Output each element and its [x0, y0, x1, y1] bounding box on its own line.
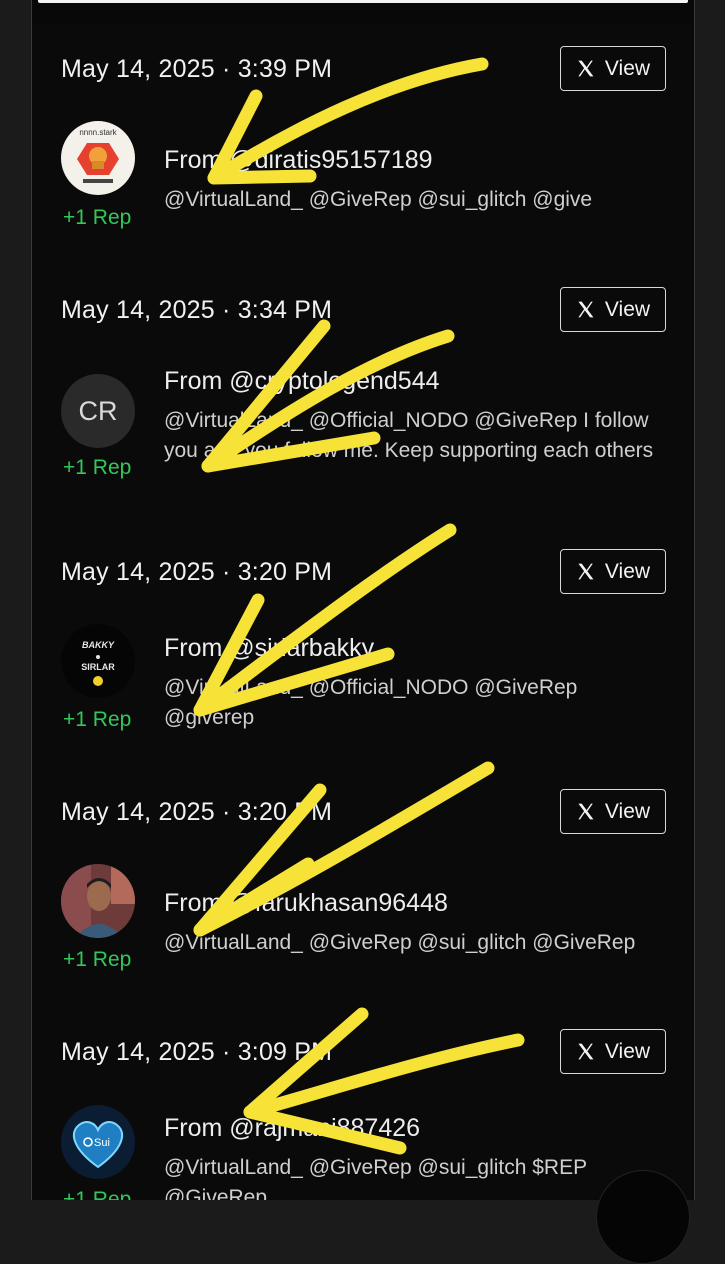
- entry-date: May 14, 2025 · 3:09 PM: [61, 1038, 333, 1066]
- avatar[interactable]: Sui: [61, 1105, 135, 1179]
- rep-badge: +1 Rep: [63, 948, 132, 971]
- view-on-x-button[interactable]: View: [560, 46, 666, 91]
- x-logo-icon: [578, 60, 594, 77]
- svg-text:BAKKY: BAKKY: [82, 640, 115, 650]
- view-on-x-button[interactable]: View: [560, 1029, 666, 1074]
- view-on-x-button[interactable]: View: [560, 549, 666, 594]
- entry-date: May 14, 2025 · 3:39 PM: [61, 55, 333, 83]
- view-label: View: [604, 1039, 651, 1063]
- entry-date: May 14, 2025 · 3:20 PM: [61, 798, 333, 826]
- view-label: View: [604, 559, 651, 583]
- entry-from[interactable]: From @cryptolegend544: [164, 367, 440, 396]
- avatar-badge-logo: nnnn.stark: [61, 121, 135, 195]
- avatar[interactable]: [61, 864, 135, 938]
- feed-entry: May 14, 2025 · 3:20 PM View BAKKY SIRLAR…: [32, 526, 694, 767]
- avatar[interactable]: CR: [61, 374, 135, 448]
- entry-text: @VirtualLand_ @Official_NODO @GiveRep @g…: [164, 676, 578, 729]
- view-label: View: [604, 56, 651, 80]
- avatar-caption: nnnn.stark: [79, 128, 117, 137]
- avatar-initials: CR: [61, 374, 135, 448]
- activity-feed-panel: May 14, 2025 · 3:39 PM View nnnn.stark +…: [31, 0, 695, 1200]
- avatar-caption: Sui: [94, 1137, 110, 1149]
- x-logo-icon: [578, 563, 594, 580]
- rep-badge: +1 Rep: [63, 708, 132, 731]
- view-label: View: [604, 297, 651, 321]
- entry-text: @VirtualLand_ @Official_NODO @GiveRep I …: [164, 409, 654, 462]
- avatar-photo: [61, 864, 135, 938]
- floating-action-button[interactable]: [596, 1170, 690, 1264]
- entry-from[interactable]: From @rajmani887426: [164, 1114, 420, 1143]
- feed-entry: May 14, 2025 · 3:09 PM View Sui +1 Rep F…: [32, 1006, 694, 1200]
- x-logo-icon: [578, 803, 594, 820]
- rep-badge: +1 Rep: [63, 1188, 132, 1200]
- feed-entry: May 14, 2025 · 3:34 PM View CR +1 Rep Fr…: [32, 264, 694, 527]
- svg-text:SIRLAR: SIRLAR: [81, 662, 115, 672]
- entry-text: @VirtualLand_ @GiveRep @sui_glitch $REP …: [164, 1156, 587, 1200]
- entry-date: May 14, 2025 · 3:20 PM: [61, 558, 333, 586]
- entry-from[interactable]: From @farukhasan96448: [164, 889, 448, 918]
- avatar[interactable]: nnnn.stark: [61, 121, 135, 195]
- previous-card-edge: [38, 0, 688, 3]
- feed-entry: May 14, 2025 · 3:20 PM View +1 Rep From …: [32, 766, 694, 1007]
- view-on-x-button[interactable]: View: [560, 287, 666, 332]
- feed-entry: May 14, 2025 · 3:39 PM View nnnn.stark +…: [32, 23, 694, 265]
- avatar-heart-logo: Sui: [61, 1105, 135, 1179]
- entry-from[interactable]: From @sirlarbakky: [164, 634, 374, 663]
- x-logo-icon: [578, 301, 594, 318]
- avatar-dark-logo: BAKKY SIRLAR: [61, 624, 135, 698]
- x-logo-icon: [578, 1043, 594, 1060]
- avatar[interactable]: BAKKY SIRLAR: [61, 624, 135, 698]
- rep-badge: +1 Rep: [63, 206, 132, 229]
- entry-text: @VirtualLand_ @GiveRep @sui_glitch @Give…: [164, 931, 636, 954]
- view-label: View: [604, 799, 651, 823]
- rep-badge: +1 Rep: [63, 456, 132, 479]
- entry-from[interactable]: From @diratis95157189: [164, 146, 433, 175]
- entry-date: May 14, 2025 · 3:34 PM: [61, 296, 333, 324]
- entry-text: @VirtualLand_ @GiveRep @sui_glitch @give: [164, 188, 593, 211]
- view-on-x-button[interactable]: View: [560, 789, 666, 834]
